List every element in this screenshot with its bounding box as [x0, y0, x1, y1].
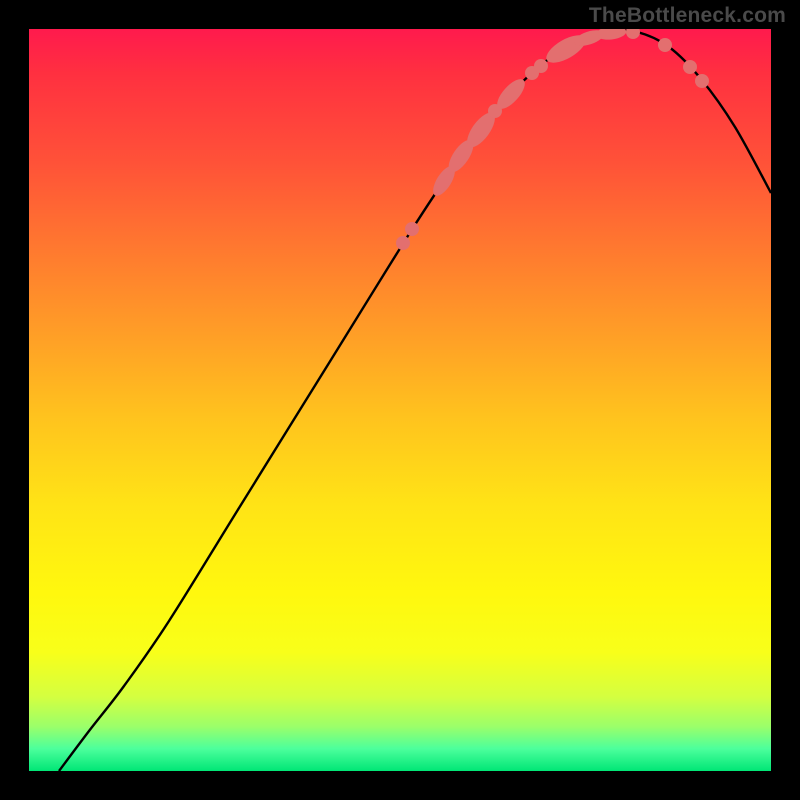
curve-line — [59, 30, 771, 771]
data-marker — [626, 29, 640, 39]
data-marker — [534, 59, 548, 73]
data-marker — [405, 222, 419, 236]
data-marker — [658, 38, 672, 52]
data-markers — [396, 29, 709, 250]
data-marker — [695, 74, 709, 88]
curve-path — [59, 30, 771, 771]
data-marker — [396, 236, 410, 250]
chart-container: TheBottleneck.com — [0, 0, 800, 800]
data-marker — [493, 75, 530, 113]
watermark-text: TheBottleneck.com — [589, 4, 786, 28]
data-marker — [683, 60, 697, 74]
plot-area — [29, 29, 771, 771]
chart-svg — [29, 29, 771, 771]
